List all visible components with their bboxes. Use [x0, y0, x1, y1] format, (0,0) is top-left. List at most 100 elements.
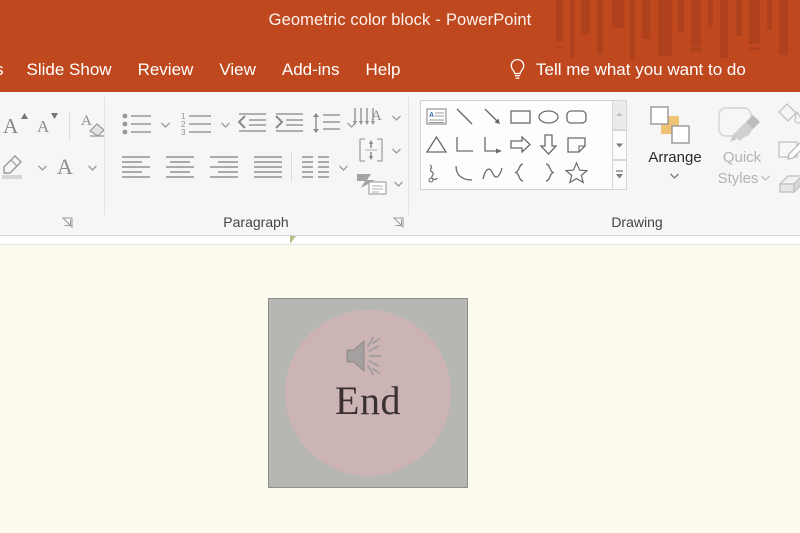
- numbering-chevron-down-icon[interactable]: [220, 121, 231, 129]
- font-group-divider: [69, 112, 70, 140]
- quick-styles-label-line1[interactable]: Quick: [702, 149, 782, 166]
- line-arrow-icon[interactable]: [479, 103, 506, 130]
- columns-icon[interactable]: [300, 154, 332, 180]
- geometric-color-block-shape[interactable]: End: [268, 298, 468, 488]
- right-brace-icon[interactable]: [535, 159, 562, 186]
- indent-marker[interactable]: [290, 236, 296, 244]
- window-title: Geometric color block - PowerPoint: [0, 11, 800, 30]
- lightbulb-icon: [510, 58, 525, 79]
- elbow-connector-icon[interactable]: [451, 131, 478, 158]
- ribbon-tab-strip: s Slide Show Review View Add-ins Help Te…: [0, 47, 800, 92]
- font-dialog-launcher[interactable]: [62, 217, 73, 228]
- shape-effects-icon[interactable]: [774, 172, 800, 200]
- bullets-chevron-down-icon[interactable]: [160, 121, 171, 129]
- svg-text:3: 3: [181, 128, 186, 137]
- triangle-icon[interactable]: [423, 131, 450, 158]
- title-bar: Geometric color block - PowerPoint: [0, 0, 800, 47]
- paragraph-dialog-launcher[interactable]: [393, 217, 404, 228]
- decrease-indent-icon[interactable]: [236, 111, 268, 137]
- increase-font-size-icon[interactable]: A: [0, 110, 30, 140]
- text-highlight-chevron-down-icon[interactable]: [37, 164, 48, 172]
- font-color-icon[interactable]: A: [52, 150, 82, 182]
- group-divider-2: [408, 97, 409, 215]
- down-arrow-icon[interactable]: [535, 131, 562, 158]
- arrange-chevron-down-icon[interactable]: [669, 172, 680, 180]
- right-arrow-icon[interactable]: [507, 131, 534, 158]
- line-icon[interactable]: [451, 103, 478, 130]
- quick-styles-chevron-down-icon[interactable]: [760, 174, 771, 182]
- title-separator: -: [435, 11, 441, 29]
- star-icon[interactable]: [563, 159, 590, 186]
- quick-styles-icon[interactable]: [715, 105, 769, 149]
- left-brace-icon[interactable]: [507, 159, 534, 186]
- slide-canvas[interactable]: End: [0, 245, 800, 533]
- bulleted-list-icon[interactable]: [120, 110, 156, 138]
- increase-indent-icon[interactable]: [273, 111, 305, 137]
- ribbon: A A A A Paragraph 1 2 3 A Drawing A Arra…: [0, 92, 800, 236]
- smartart-icon[interactable]: [355, 170, 389, 198]
- clear-formatting-icon[interactable]: A: [78, 109, 110, 141]
- elbow-arrow-connector-icon[interactable]: [479, 131, 506, 158]
- justify-icon[interactable]: [252, 154, 284, 180]
- align-text-icon[interactable]: [356, 136, 386, 166]
- scribble-icon[interactable]: [423, 159, 450, 186]
- shapes-gallery[interactable]: A: [420, 100, 618, 190]
- ribbon-group-font: A A A A: [0, 92, 105, 235]
- align-right-icon[interactable]: [208, 154, 240, 180]
- tell-me-label: Tell me what you want to do: [536, 59, 746, 79]
- arrange-icon[interactable]: [648, 105, 700, 149]
- speaker-audio-icon[interactable]: [342, 335, 394, 377]
- columns-chevron-down-icon[interactable]: [338, 164, 349, 172]
- tab-clipped-transitions[interactable]: s: [0, 47, 14, 92]
- align-center-icon[interactable]: [164, 154, 196, 180]
- line-spacing-icon[interactable]: [310, 111, 342, 137]
- ruler-strip[interactable]: [0, 236, 800, 245]
- svg-text:A: A: [81, 113, 92, 129]
- align-text-chevron-down-icon[interactable]: [391, 147, 402, 155]
- oval-icon[interactable]: [535, 103, 562, 130]
- group-divider-1: [104, 97, 105, 215]
- svg-text:A: A: [57, 154, 73, 179]
- rounded-rectangle-icon[interactable]: [563, 103, 590, 130]
- tab-review[interactable]: Review: [125, 47, 207, 92]
- svg-text:A: A: [37, 117, 50, 136]
- decrease-font-size-icon[interactable]: A: [32, 110, 62, 140]
- paragraph-divider: [291, 152, 292, 182]
- numbered-list-icon[interactable]: 1 2 3: [180, 110, 216, 138]
- app-name: PowerPoint: [445, 11, 532, 29]
- slide-end-text[interactable]: End: [269, 377, 467, 424]
- tell-me-box[interactable]: Tell me what you want to do: [508, 47, 746, 92]
- arc-icon[interactable]: [451, 159, 478, 186]
- text-direction-icon[interactable]: A: [351, 106, 389, 132]
- svg-text:A: A: [429, 112, 434, 119]
- tab-help[interactable]: Help: [353, 47, 414, 92]
- smartart-chevron-down-icon[interactable]: [393, 180, 404, 188]
- folded-corner-icon[interactable]: [563, 131, 590, 158]
- font-color-chevron-down-icon[interactable]: [87, 164, 98, 172]
- shapes-scroll-up-button[interactable]: [612, 100, 627, 130]
- text-box-icon[interactable]: A: [423, 103, 450, 130]
- shape-outline-icon[interactable]: [776, 136, 800, 164]
- ribbon-group-paragraph: Paragraph 1 2 3 A: [108, 92, 404, 235]
- rectangle-icon[interactable]: [507, 103, 534, 130]
- tab-view[interactable]: View: [206, 47, 269, 92]
- chevron-up-icon: [616, 112, 623, 116]
- tab-add-ins[interactable]: Add-ins: [269, 47, 353, 92]
- shapes-scroll-down-button[interactable]: [612, 130, 627, 160]
- align-left-icon[interactable]: [120, 154, 152, 180]
- document-title: Geometric color block: [268, 11, 431, 29]
- paragraph-group-label: Paragraph: [223, 214, 289, 230]
- tab-slide-show[interactable]: Slide Show: [14, 47, 125, 92]
- more-chevron-icon: [616, 170, 623, 179]
- drawing-group-label: Drawing: [611, 214, 663, 230]
- shapes-more-button[interactable]: [612, 160, 627, 190]
- powerpoint-window: Geometric color block-PowerPoint s Slide…: [0, 0, 800, 533]
- chevron-down-icon: [616, 143, 623, 148]
- svg-text:A: A: [3, 114, 19, 138]
- curve-icon[interactable]: [479, 159, 506, 186]
- ribbon-group-drawing: Drawing A Arrange Quick Styles: [412, 92, 800, 235]
- ribbon-tabs: s Slide Show Review View Add-ins Help: [0, 47, 413, 92]
- text-direction-chevron-down-icon[interactable]: [391, 114, 402, 122]
- text-highlight-color-icon[interactable]: [0, 150, 30, 182]
- shape-fill-icon[interactable]: [773, 98, 800, 128]
